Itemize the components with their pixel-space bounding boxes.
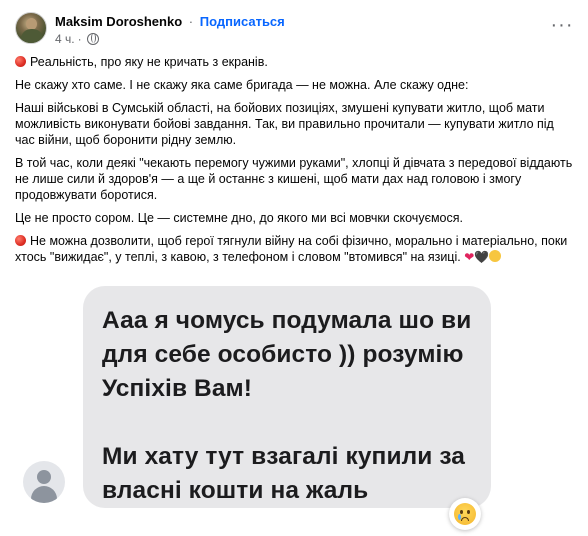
- attached-chat-screenshot[interactable]: Ааа я чомусь подумала шо ви для себе осо…: [0, 286, 588, 536]
- chat-line: Ми хату тут взагалі купили за: [102, 443, 466, 470]
- black-heart-icon: 🖤: [474, 250, 490, 264]
- post-paragraph: Наші військові в Сумській області, на бо…: [15, 101, 554, 147]
- post-paragraph: Не можна дозволити, щоб герої тягнули ві…: [15, 234, 568, 264]
- chat-line: власні кошти на жаль: [102, 477, 369, 504]
- red-heart-icon: ❤: [464, 250, 475, 264]
- chat-line: Успіхів Вам!: [102, 375, 253, 402]
- post-body: Реальність, про яку не кричать з екранів…: [15, 54, 575, 272]
- chat-line: Ааа я чомусь подумала шо ви: [102, 307, 472, 334]
- post-paragraph: Не скажу хто саме. І не скажу яка саме б…: [15, 78, 469, 92]
- post-header: Maksim Doroshenko · Подписаться: [55, 14, 285, 30]
- crying-face-icon: [454, 503, 476, 525]
- header-separator: ·: [188, 14, 194, 29]
- default-user-avatar-icon: [23, 461, 65, 503]
- post-timestamp[interactable]: 4 ч.: [55, 32, 75, 46]
- facebook-post: Maksim Doroshenko · Подписаться 4 ч. · ·…: [0, 0, 588, 282]
- post-paragraph: В той час, коли деякі "чекають перемогу …: [15, 156, 573, 202]
- message-reaction: [449, 498, 481, 530]
- meta-separator: ·: [77, 32, 82, 46]
- thinking-face-icon: [489, 250, 502, 262]
- post-meta: 4 ч. ·: [55, 32, 99, 46]
- red-circle-icon: [15, 235, 26, 246]
- post-paragraph: Реальність, про яку не кричать з екранів…: [15, 54, 575, 70]
- globe-icon[interactable]: [86, 33, 99, 45]
- author-avatar[interactable]: [15, 12, 47, 44]
- chat-message-bubble: Ааа я чомусь подумала шо ви для себе осо…: [83, 286, 491, 508]
- post-paragraph: Це не просто сором. Це — системне дно, д…: [15, 211, 463, 225]
- author-name[interactable]: Maksim Doroshenko: [55, 14, 182, 29]
- red-circle-icon: [15, 56, 26, 67]
- chat-line: для себе особисто )) розумію: [102, 341, 464, 368]
- more-options-icon[interactable]: ···: [548, 15, 576, 38]
- follow-button[interactable]: Подписаться: [200, 14, 285, 29]
